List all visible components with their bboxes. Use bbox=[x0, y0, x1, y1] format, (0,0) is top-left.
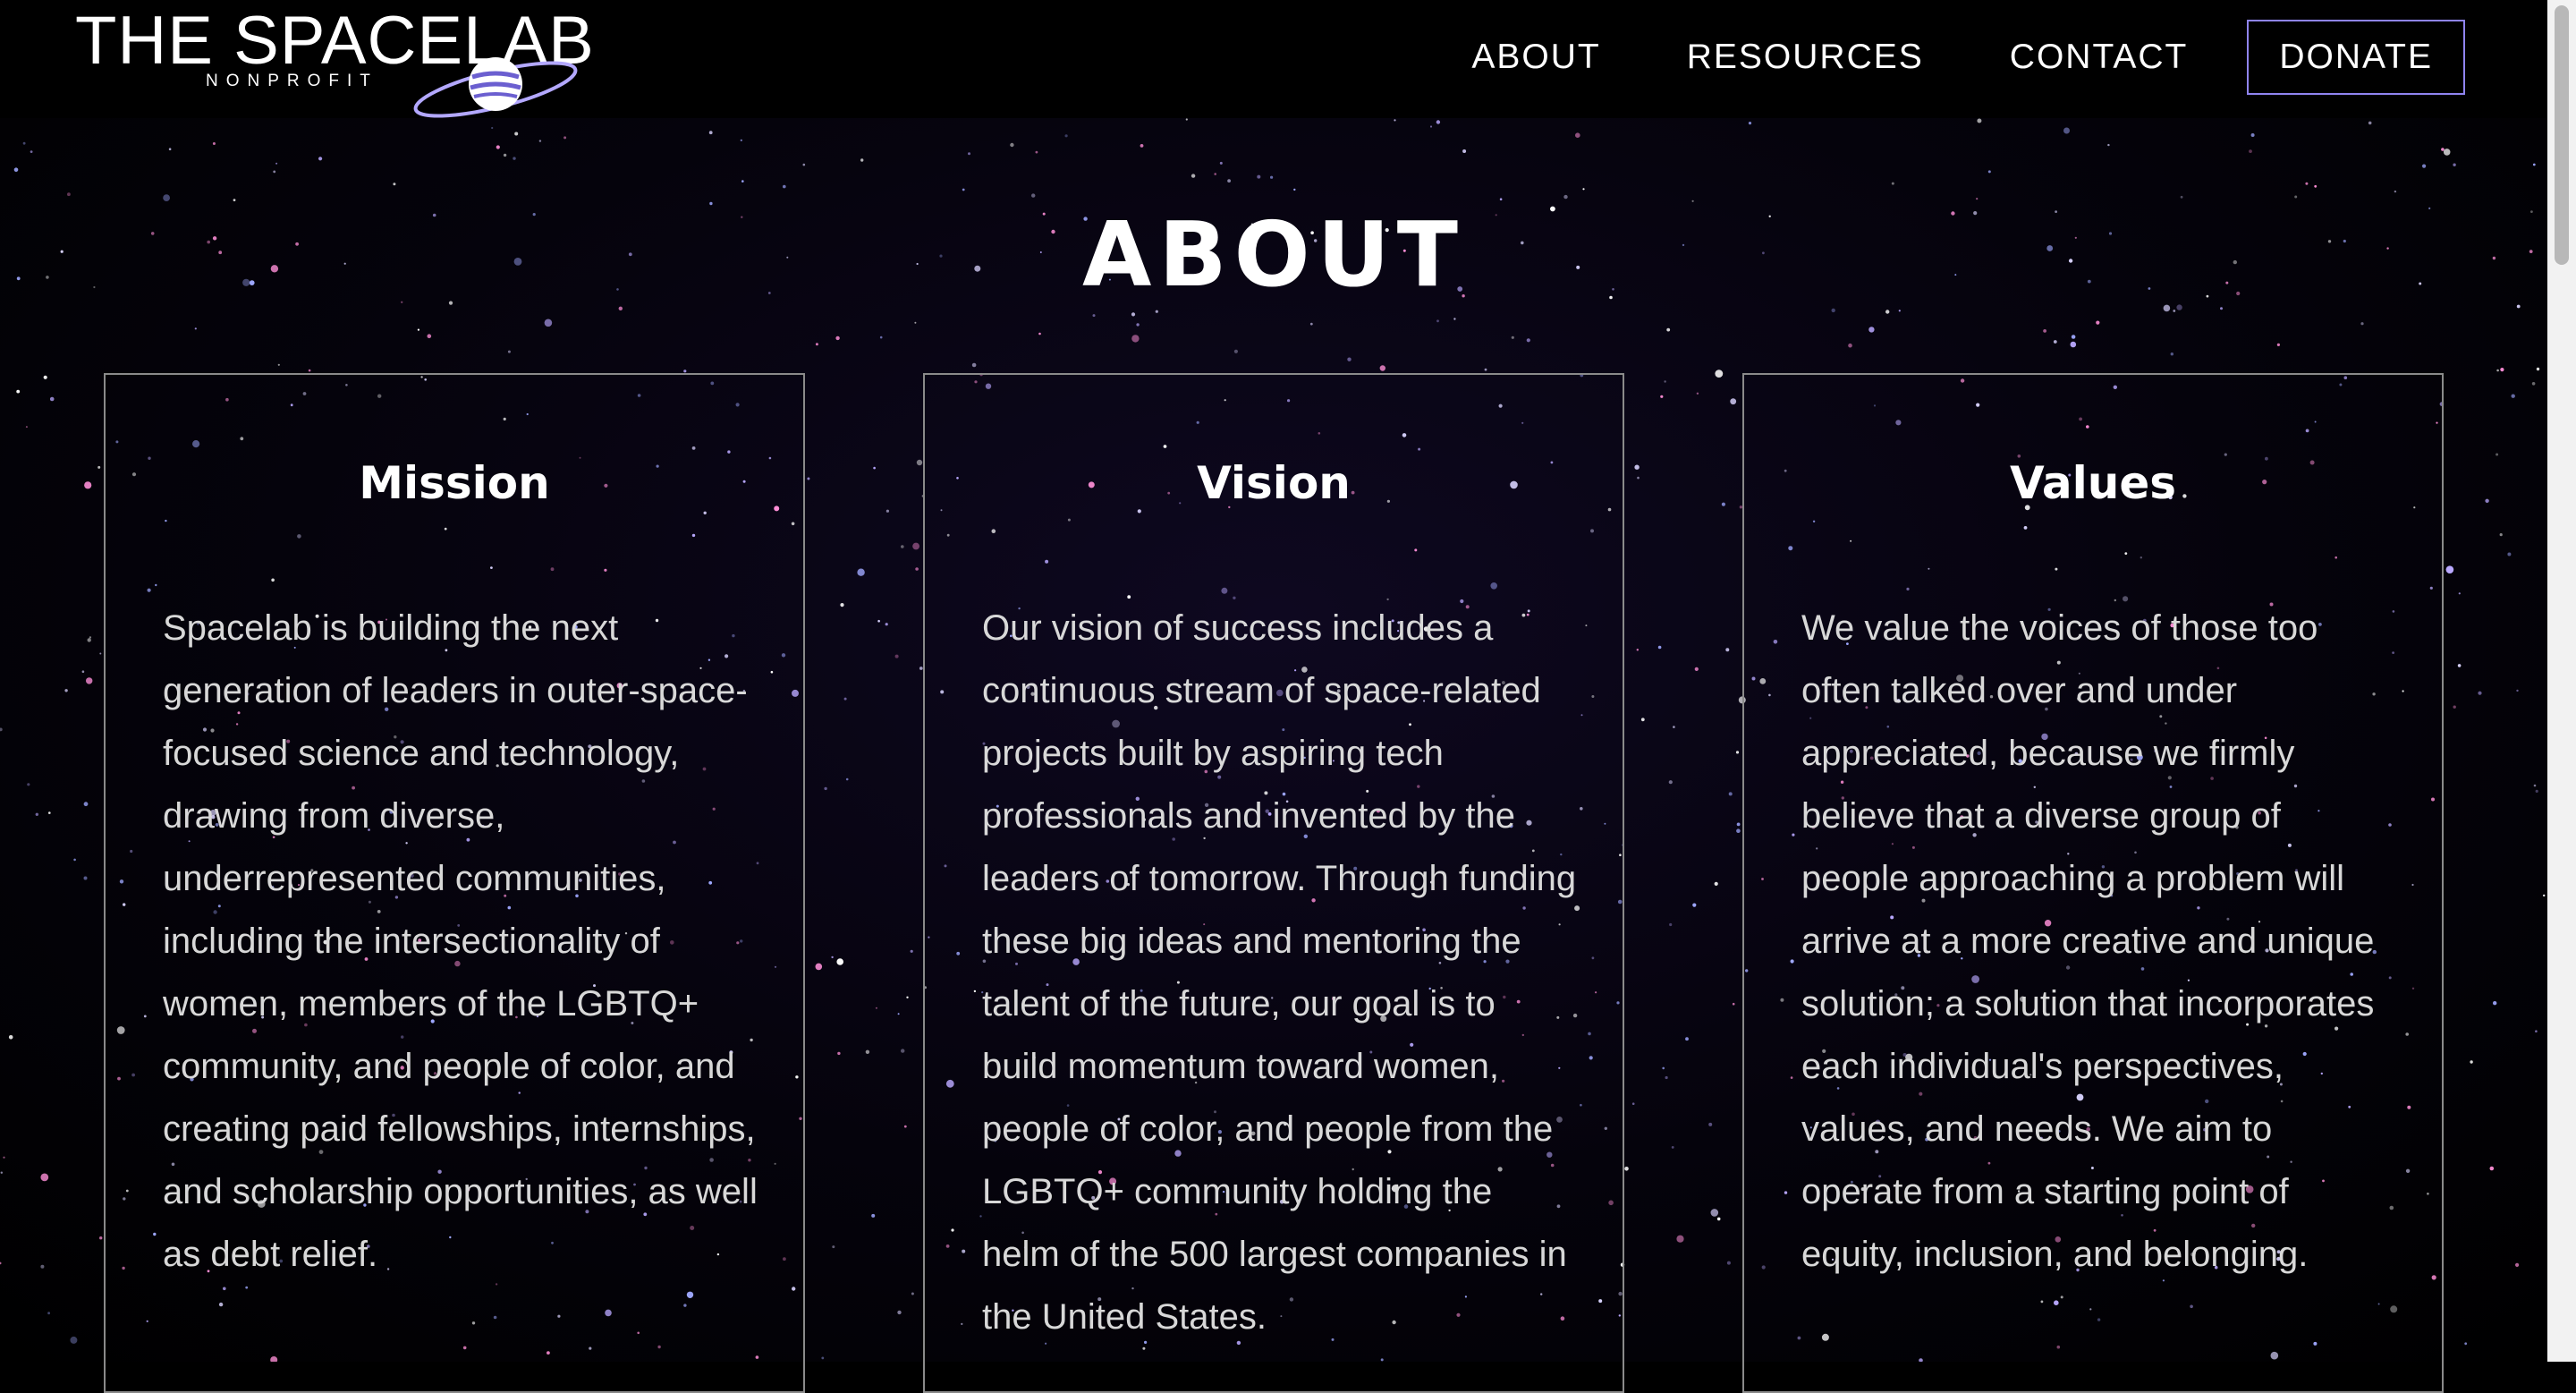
nav-contact[interactable]: CONTACT bbox=[2010, 38, 2189, 77]
vision-card: Vision Our vision of success includes a … bbox=[923, 373, 1624, 1393]
values-card: Values We value the voices of those too … bbox=[1742, 373, 2444, 1393]
mission-card: Mission Spacelab is building the next ge… bbox=[104, 373, 805, 1393]
page-title: ABOUT bbox=[1081, 202, 1466, 307]
scrollbar-thumb[interactable] bbox=[2555, 5, 2569, 265]
card-title: Vision bbox=[1197, 457, 1351, 509]
page-scrollbar[interactable] bbox=[2547, 0, 2576, 1362]
logo-subtitle: NONPROFIT bbox=[206, 72, 378, 90]
card-body: We value the voices of those too often t… bbox=[1801, 608, 2375, 1274]
nav-about[interactable]: ABOUT bbox=[1471, 38, 1600, 77]
nav-resources[interactable]: RESOURCES bbox=[1687, 38, 1924, 77]
spacelab-logo[interactable]: THE SPACELAB NONPROFIT bbox=[75, 7, 594, 118]
donate-button[interactable]: DONATE bbox=[2247, 20, 2465, 95]
card-title: Mission bbox=[359, 457, 550, 509]
site-header: THE SPACELAB NONPROFIT ABOUT RESOURCES C… bbox=[0, 0, 2547, 118]
main-nav: ABOUT RESOURCES CONTACT DONATE bbox=[1385, 16, 2465, 98]
card-title: Values bbox=[2009, 457, 2177, 509]
planet-logo-icon bbox=[413, 57, 578, 118]
card-body: Our vision of success includes a continu… bbox=[982, 608, 1577, 1337]
card-body: Spacelab is building the next generation… bbox=[163, 608, 758, 1274]
